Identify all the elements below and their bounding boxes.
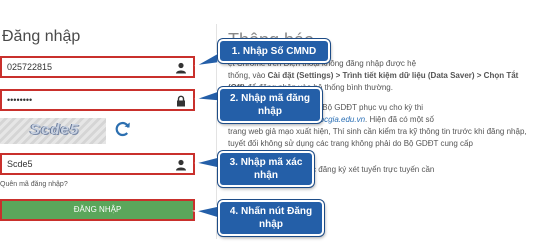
callout-3-arrow (194, 156, 219, 169)
callout-4: 4. Nhấn nút Đăng nhập (218, 200, 324, 236)
callout-1-arrow (194, 51, 219, 67)
callout-1-text: 1. Nhập Số CMND (231, 46, 317, 57)
callout-2-line-2: nhập (258, 106, 282, 117)
callout-4-line-2: nhập (259, 219, 283, 230)
callout-2-line-1: 2. Nhập mã đăng (229, 93, 310, 104)
callout-3: 3. Nhập mã xác nhận (218, 151, 314, 187)
callout-4-line-1: 4. Nhấn nút Đăng (229, 206, 313, 217)
callout-3-line-2: nhận (254, 170, 278, 181)
callout-4-arrow (192, 205, 219, 220)
callout-3-line-1: 3. Nhập mã xác (229, 157, 303, 168)
callout-2-arrow (194, 89, 219, 102)
callout-1: 1. Nhập Số CMND (218, 39, 330, 63)
callout-2: 2. Nhập mã đăng nhập (218, 87, 322, 123)
